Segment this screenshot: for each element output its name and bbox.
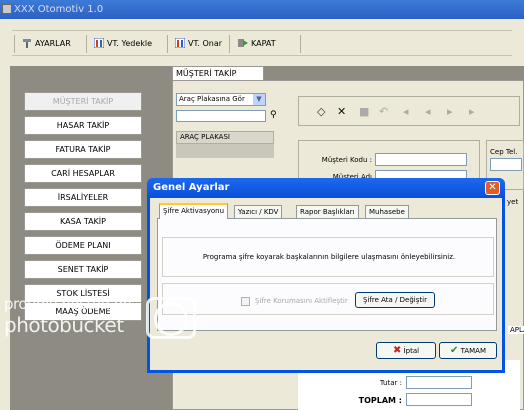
tab-report-headers[interactable]: Rapor Başlıkları <box>296 205 359 218</box>
close-app-button[interactable]: KAPAT <box>238 37 276 51</box>
binoculars-icon[interactable]: ⚲ <box>270 110 277 120</box>
partial-column-header: APLA <box>508 326 524 334</box>
record-navigation-bar: ◇ ✕ ■ ↶ ◂ ◂ ▸ ▸ <box>298 96 520 126</box>
first-record-icon[interactable]: ◂ <box>403 105 409 118</box>
tab-printer-vat[interactable]: Yazıcı / KDV <box>234 205 283 218</box>
toolbar-separator <box>229 35 230 53</box>
phone-field[interactable] <box>490 158 522 171</box>
ok-button[interactable]: ✔ TAMAM <box>439 342 497 359</box>
watermark-line-1: proudly hosted on <box>4 295 132 313</box>
app-title-bar: XXX Otomotiv 1.0 <box>0 0 524 19</box>
cancel-button[interactable]: ✖ İptal <box>376 342 436 359</box>
customer-code-label: Müşteri Kodu : <box>321 156 372 164</box>
next-record-icon[interactable]: ▸ <box>447 105 453 118</box>
password-info-message: Programa şifre koyarak başkalarının bilg… <box>202 253 456 261</box>
edit-icon[interactable]: ◇ <box>317 105 325 118</box>
general-settings-dialog: Genel Ayarlar ✕ Programa şifre koyarak b… <box>147 178 505 373</box>
plate-list[interactable] <box>176 144 274 158</box>
toolbar-separator <box>300 35 301 53</box>
toolbar-separator <box>14 35 15 53</box>
check-icon: ✔ <box>449 345 459 356</box>
main-menu-panel: MÜŞTERİ TAKİP HASAR TAKİP FATURA TAKİP C… <box>10 66 158 410</box>
toolbar-separator <box>86 35 87 53</box>
menu-current-accounts[interactable]: CARİ HESAPLAR <box>24 164 142 183</box>
cancel-icon: ✖ <box>392 345 402 356</box>
tab-accounting[interactable]: Muhasebe <box>365 205 409 218</box>
menu-damage-tracking[interactable]: HASAR TAKİP <box>24 116 142 135</box>
tab-password-activation[interactable]: Şifre Aktivasyonu <box>159 203 229 219</box>
menu-payment-plan[interactable]: ÖDEME PLANI <box>24 236 142 255</box>
dialog-title: Genel Ayarlar <box>147 178 505 198</box>
app-title: XXX Otomotiv 1.0 <box>14 4 104 15</box>
photobucket-watermark: proudly hosted on photobucket <box>0 287 215 343</box>
menu-customer-tracking[interactable]: MÜŞTERİ TAKİP <box>24 92 142 111</box>
close-icon[interactable]: ✕ <box>485 181 500 195</box>
delete-icon[interactable]: ✕ <box>337 105 346 118</box>
partial-label: yet <box>507 198 519 206</box>
tab-customer-tracking[interactable]: MÜŞTERİ TAKİP <box>172 66 264 80</box>
app-icon <box>2 4 12 14</box>
total-label: Tutar : <box>379 379 402 387</box>
repair-icon <box>174 37 186 49</box>
password-info-box: Programa şifre koyarak başkalarının bilg… <box>162 237 494 277</box>
previous-record-icon[interactable]: ◂ <box>425 105 431 118</box>
backup-icon <box>93 37 105 49</box>
dialog-body: Programa şifre koyarak başkalarının bilg… <box>150 198 502 370</box>
toolbar-separator <box>167 35 168 53</box>
menu-waybills[interactable]: İRSALİYELER <box>24 188 142 207</box>
phone-label: Cep Tel. <box>490 148 518 156</box>
grand-total-label: TOPLAM : <box>358 396 402 405</box>
chevron-down-icon: ▼ <box>253 94 265 105</box>
customer-code-field[interactable] <box>375 153 467 166</box>
menu-cash-tracking[interactable]: KASA TAKİP <box>24 212 142 231</box>
exit-icon <box>238 38 248 48</box>
menu-bill-tracking[interactable]: SENET TAKİP <box>24 260 142 279</box>
set-password-button[interactable]: Şifre Ata / Değiştir <box>355 292 435 308</box>
password-protection-checkbox[interactable] <box>241 297 250 306</box>
camera-lens-icon <box>154 302 188 336</box>
total-field[interactable] <box>406 376 472 389</box>
grand-total-field[interactable] <box>406 393 472 406</box>
plate-list-header: ARAÇ PLAKASI <box>176 131 274 144</box>
search-type-select[interactable]: Araç Plakasına Gör ▼ <box>176 93 266 106</box>
menu-invoice-tracking[interactable]: FATURA TAKİP <box>24 140 142 159</box>
watermark-line-2: photobucket <box>4 313 124 337</box>
search-input[interactable] <box>176 110 266 122</box>
db-repair-button[interactable]: VT. Onar <box>174 37 222 51</box>
settings-icon <box>22 38 32 48</box>
db-backup-button[interactable]: VT. Yedekle <box>93 37 152 51</box>
settings-button[interactable]: AYARLAR <box>22 37 71 51</box>
undo-icon[interactable]: ↶ <box>379 105 388 118</box>
save-icon[interactable]: ■ <box>359 105 369 118</box>
toolbar: AYARLAR VT. Yedekle VT. Onar KAPAT <box>12 30 512 56</box>
password-protection-label: Şifre Korumasını Aktifleştir <box>255 297 348 305</box>
last-record-icon[interactable]: ▸ <box>469 105 475 118</box>
